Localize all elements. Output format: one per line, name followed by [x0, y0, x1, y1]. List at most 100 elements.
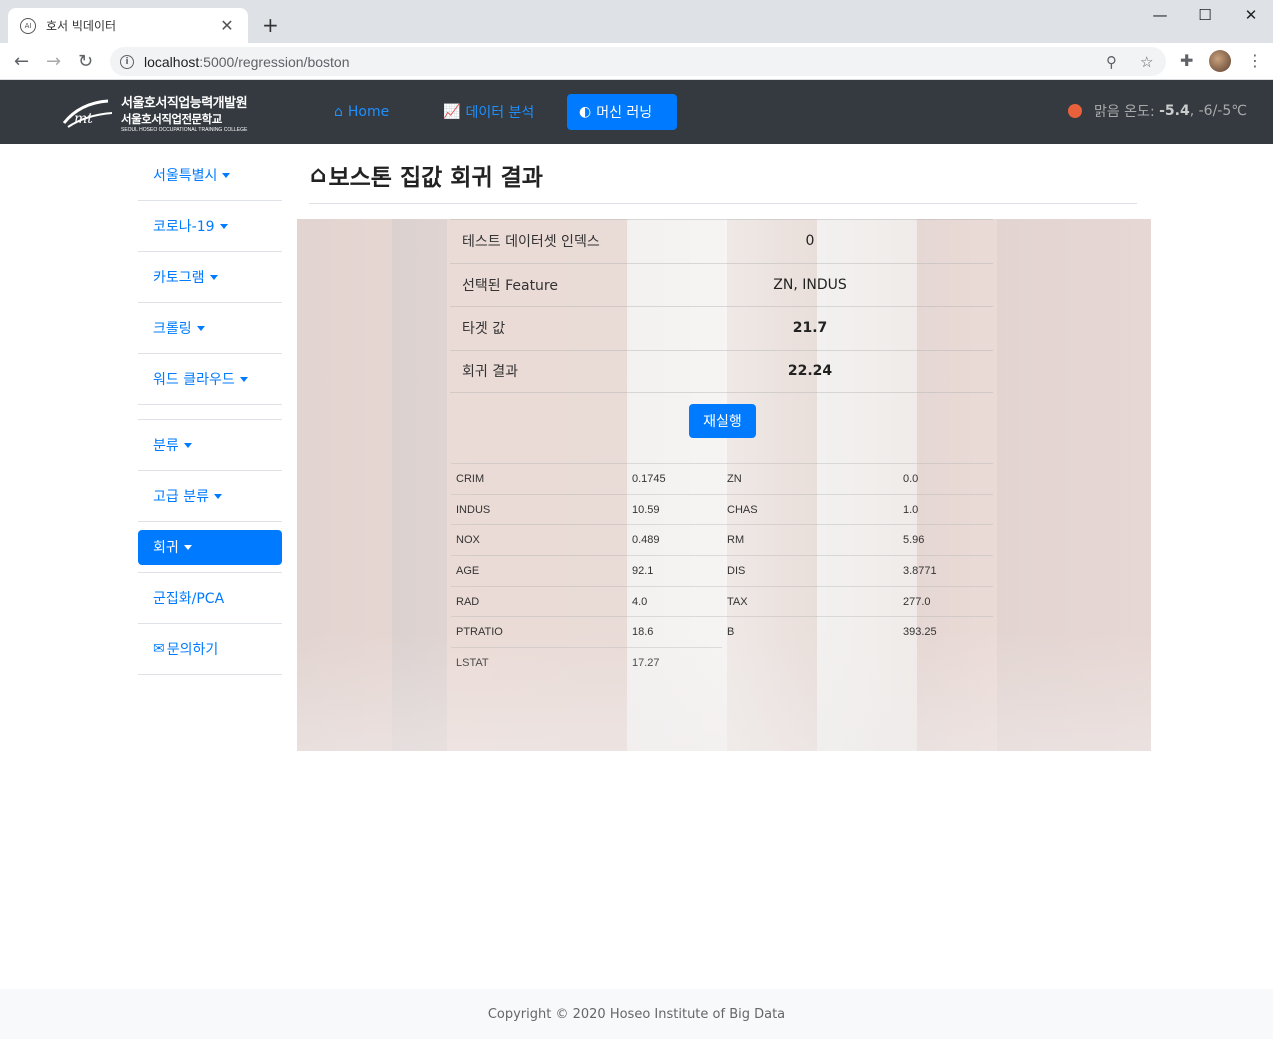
sidebar-divider — [138, 405, 282, 420]
sidebar-item-label: 회귀 — [153, 540, 179, 556]
tab-title: 호서 빅데이터 — [46, 19, 117, 33]
sidebar-item-covid[interactable]: 코로나-19 — [138, 201, 282, 252]
sidebar-item-label: 군집화/PCA — [153, 591, 225, 607]
nav-home-link[interactable]: ⌂ Home — [322, 94, 401, 130]
menu-icon[interactable]: ⋮ — [1247, 51, 1263, 70]
sidebar-item-contact[interactable]: ✉ 문의하기 — [138, 624, 282, 675]
nav-data-analysis-label: 데이터 분석 — [465, 105, 535, 121]
feature-value: 0.0 — [903, 463, 993, 494]
sidebar-item-crawling[interactable]: 크롤링 — [138, 303, 282, 354]
logo-title: 서울호서직업능력개발원 — [121, 96, 248, 111]
reload-icon[interactable]: ↻ — [78, 51, 93, 72]
table-row: AGE 92.1 DIS 3.8771 — [451, 555, 994, 586]
feature-value: 0.489 — [632, 524, 722, 555]
star-icon[interactable]: ☆ — [1140, 53, 1153, 71]
page-title-text: 보스톤 집값 회귀 결과 — [328, 165, 543, 191]
sidebar-item-label: 서울특별시 — [153, 168, 218, 184]
logo-english: SEOUL HOSEO OCCUPATIONAL TRAINING COLLEG… — [121, 127, 248, 133]
feature-name: B — [722, 616, 903, 647]
result-value: 0 — [805, 233, 815, 250]
maximize-icon[interactable]: ☐ — [1195, 6, 1215, 24]
result-value: ZN, INDUS — [773, 276, 847, 293]
table-row: 테스트 데이터셋 인덱스 0 — [450, 219, 993, 263]
sidebar-item-regression[interactable]: 회귀 — [138, 522, 282, 573]
mail-icon: ✉ — [153, 641, 165, 657]
feature-name: PTRATIO — [451, 616, 632, 647]
result-panel: 테스트 데이터셋 인덱스 0 선택된 Feature ZN, INDUS 타겟 … — [297, 219, 1151, 751]
nav-data-analysis-link[interactable]: 📈 데이터 분석 — [431, 94, 546, 130]
result-key: 선택된 Feature — [462, 277, 558, 294]
table-row: RAD 4.0 TAX 277.0 — [451, 585, 994, 617]
table-row: 타겟 값 21.7 — [450, 306, 993, 350]
weather-widget: 맑음 온도: -5.4, -6/-5℃ — [1067, 101, 1247, 121]
svg-text:mt: mt — [74, 111, 93, 127]
result-value: 22.24 — [787, 363, 833, 380]
url-host: localhost — [144, 53, 200, 70]
feature-name: ZN — [722, 463, 903, 494]
feature-value: 92.1 — [632, 555, 722, 586]
feature-name: CRIM — [451, 463, 632, 494]
brain-icon: ◐ — [579, 104, 592, 120]
profile-avatar[interactable] — [1209, 50, 1231, 72]
nav-machine-learning-link[interactable]: ◐ 머신 러닝 — [567, 94, 677, 130]
feature-name: RM — [722, 524, 903, 555]
caret-down-icon — [213, 493, 222, 499]
close-tab-icon[interactable]: ✕ — [218, 16, 236, 35]
minimize-icon[interactable]: — — [1150, 6, 1170, 24]
sidebar-item-label: 워드 클라우드 — [153, 372, 235, 388]
chart-icon: 📈 — [443, 104, 461, 120]
table-row: 선택된 Feature ZN, INDUS — [450, 262, 993, 307]
table-row: 회귀 결과 22.24 — [450, 349, 993, 393]
zoom-icon[interactable]: ⚲ — [1106, 53, 1117, 71]
title-divider — [309, 203, 1137, 204]
copyright-text: Copyright © 2020 Hoseo Institute of Big … — [487, 1006, 786, 1022]
forward-icon[interactable]: → — [46, 51, 61, 72]
weather-label: 맑음 온도: — [1093, 104, 1155, 120]
feature-value: 5.96 — [903, 524, 993, 555]
weather-sun-icon — [1067, 104, 1082, 118]
extensions-icon[interactable]: ✚ — [1180, 51, 1193, 70]
feature-name: INDUS — [451, 493, 632, 525]
sidebar-item-label: 코로나-19 — [153, 219, 215, 235]
close-window-icon[interactable]: ✕ — [1241, 6, 1261, 24]
logo-subtitle: 서울호서직업전문학교 — [121, 112, 222, 126]
url-input[interactable]: i localhost:5000/regression/boston ⚲ ☆ — [110, 47, 1166, 76]
caret-down-icon — [209, 274, 218, 280]
feature-name: LSTAT — [451, 647, 632, 678]
caret-down-icon — [183, 544, 192, 550]
result-key: 테스트 데이터셋 인덱스 — [462, 234, 600, 251]
sidebar-item-seoul[interactable]: 서울특별시 — [138, 150, 282, 201]
feature-value: 0.1745 — [632, 463, 722, 494]
sidebar-item-label: 카토그램 — [153, 270, 205, 286]
sidebar-item-label: 문의하기 — [166, 642, 219, 658]
sidebar: 서울특별시 코로나-19 카토그램 크롤링 워드 클라우드 분류 고급 분류 회… — [138, 150, 282, 675]
feature-value: 393.25 — [903, 616, 993, 647]
feature-name: AGE — [451, 555, 632, 586]
sidebar-item-label: 고급 분류 — [153, 489, 209, 505]
page-title: ⌂ 보스톤 집값 회귀 결과 — [310, 158, 543, 192]
new-tab-icon[interactable]: + — [262, 13, 279, 37]
table-row: CRIM 0.1745 ZN 0.0 — [451, 463, 994, 494]
sidebar-item-cartogram[interactable]: 카토그램 — [138, 252, 282, 303]
table-row: NOX 0.489 RM 5.96 — [451, 524, 994, 555]
feature-value: 18.6 — [632, 616, 722, 647]
sidebar-item-advanced-classification[interactable]: 고급 분류 — [138, 471, 282, 522]
sidebar-item-classification[interactable]: 분류 — [138, 420, 282, 471]
table-row: INDUS 10.59 CHAS 1.0 — [451, 493, 994, 525]
site-logo[interactable]: mt 서울호서직업능력개발원 서울호서직업전문학교 SEOUL HOSEO OC… — [60, 92, 248, 133]
result-value: 21.7 — [792, 320, 828, 337]
rerun-button[interactable]: 재실행 — [689, 404, 756, 438]
feature-table: CRIM 0.1745 ZN 0.0 INDUS 10.59 CHAS 1.0 … — [451, 463, 994, 678]
result-key: 타겟 값 — [462, 321, 506, 338]
info-icon[interactable]: i — [120, 54, 134, 69]
feature-name: CHAS — [722, 493, 903, 525]
weather-range: , -6/-5℃ — [1189, 103, 1247, 119]
sidebar-item-wordcloud[interactable]: 워드 클라우드 — [138, 354, 282, 405]
home-icon: ⌂ — [310, 162, 327, 188]
browser-tab[interactable]: AI 호서 빅데이터 ✕ — [8, 8, 248, 43]
sidebar-item-label: 크롤링 — [153, 321, 192, 337]
favicon-icon: AI — [20, 17, 36, 34]
result-key: 회귀 결과 — [462, 364, 518, 381]
back-icon[interactable]: ← — [14, 51, 29, 72]
sidebar-item-clustering[interactable]: 군집화/PCA — [138, 573, 282, 624]
